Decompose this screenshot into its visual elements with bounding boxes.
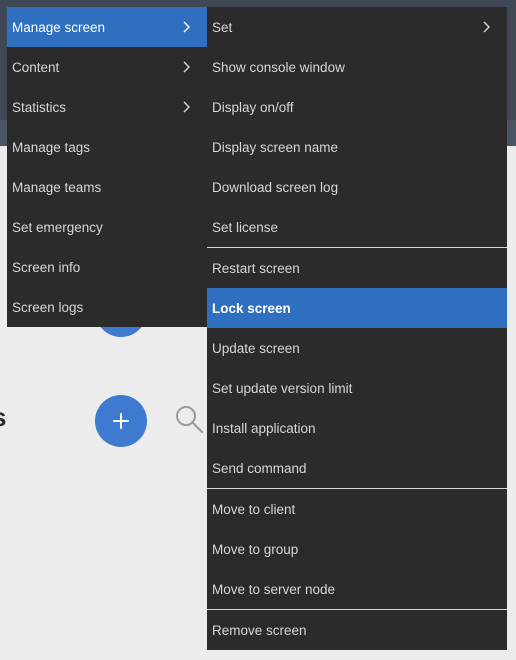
submenu-item-install-application[interactable]: Install application: [207, 408, 507, 448]
menu-item-label: Screen info: [12, 259, 81, 275]
menu-item-label: Manage tags: [12, 139, 91, 155]
context-menu: Manage screen Content Statistics Manage …: [7, 7, 207, 327]
menu-item-label: Display on/off: [212, 99, 294, 115]
menu-item-label: Move to client: [212, 501, 296, 517]
menu-item-label: Set emergency: [12, 219, 103, 235]
add-button[interactable]: [95, 395, 147, 447]
plus-icon: [113, 413, 129, 429]
submenu-item-set-license[interactable]: Set license: [207, 207, 507, 247]
menu-item-manage-tags[interactable]: Manage tags: [7, 127, 207, 167]
submenu-item-move-to-server-node[interactable]: Move to server node: [207, 569, 507, 609]
menu-item-screen-logs[interactable]: Screen logs: [7, 287, 207, 327]
menu-item-label: Set: [212, 19, 233, 35]
menu-item-label: Set license: [212, 219, 279, 235]
submenu-item-move-to-client[interactable]: Move to client: [207, 489, 507, 529]
menu-item-label: Screen logs: [12, 299, 84, 315]
submenu-item-remove-screen[interactable]: Remove screen: [207, 610, 507, 650]
menu-item-manage-teams[interactable]: Manage teams: [7, 167, 207, 207]
search-icon[interactable]: [174, 404, 204, 434]
chevron-right-icon: [483, 21, 490, 33]
menu-item-label: Manage screen: [12, 19, 106, 35]
menu-item-label: Manage teams: [12, 179, 102, 195]
menu-item-screen-info[interactable]: Screen info: [7, 247, 207, 287]
menu-item-label: Restart screen: [212, 260, 300, 276]
menu-item-content[interactable]: Content: [7, 47, 207, 87]
menu-item-label: Move to server node: [212, 581, 336, 597]
menu-item-label: Send command: [212, 460, 307, 476]
chevron-right-icon: [183, 61, 190, 73]
menu-item-label: Set update version limit: [212, 380, 353, 396]
menu-item-label: Remove screen: [212, 622, 307, 638]
submenu-item-set-update-version-limit[interactable]: Set update version limit: [207, 368, 507, 408]
chevron-right-icon: [183, 21, 190, 33]
menu-item-label: Statistics: [12, 99, 67, 115]
menu-item-label: Content: [12, 59, 60, 75]
submenu-item-update-screen[interactable]: Update screen: [207, 328, 507, 368]
menu-item-label: Install application: [212, 420, 316, 436]
menu-item-statistics[interactable]: Statistics: [7, 87, 207, 127]
submenu-item-display-on-off[interactable]: Display on/off: [207, 87, 507, 127]
page-heading-fragment: s: [0, 402, 6, 433]
submenu-item-download-screen-log[interactable]: Download screen log: [207, 167, 507, 207]
submenu-item-show-console-window[interactable]: Show console window: [207, 47, 507, 87]
menu-item-label: Show console window: [212, 59, 345, 75]
submenu-item-set[interactable]: Set: [207, 7, 507, 47]
menu-item-label: Display screen name: [212, 139, 339, 155]
menu-item-label: Update screen: [212, 340, 300, 356]
menu-item-label: Lock screen: [212, 300, 291, 316]
manage-screen-submenu: Set Show console window Display on/off D…: [207, 7, 507, 650]
chevron-right-icon: [183, 101, 190, 113]
menu-item-label: Download screen log: [212, 179, 339, 195]
submenu-item-move-to-group[interactable]: Move to group: [207, 529, 507, 569]
submenu-item-restart-screen[interactable]: Restart screen: [207, 248, 507, 288]
submenu-item-lock-screen[interactable]: Lock screen: [207, 288, 507, 328]
menu-item-manage-screen[interactable]: Manage screen: [7, 7, 207, 47]
menu-item-set-emergency[interactable]: Set emergency: [7, 207, 207, 247]
submenu-item-display-screen-name[interactable]: Display screen name: [207, 127, 507, 167]
menu-item-label: Move to group: [212, 541, 299, 557]
submenu-item-send-command[interactable]: Send command: [207, 448, 507, 488]
